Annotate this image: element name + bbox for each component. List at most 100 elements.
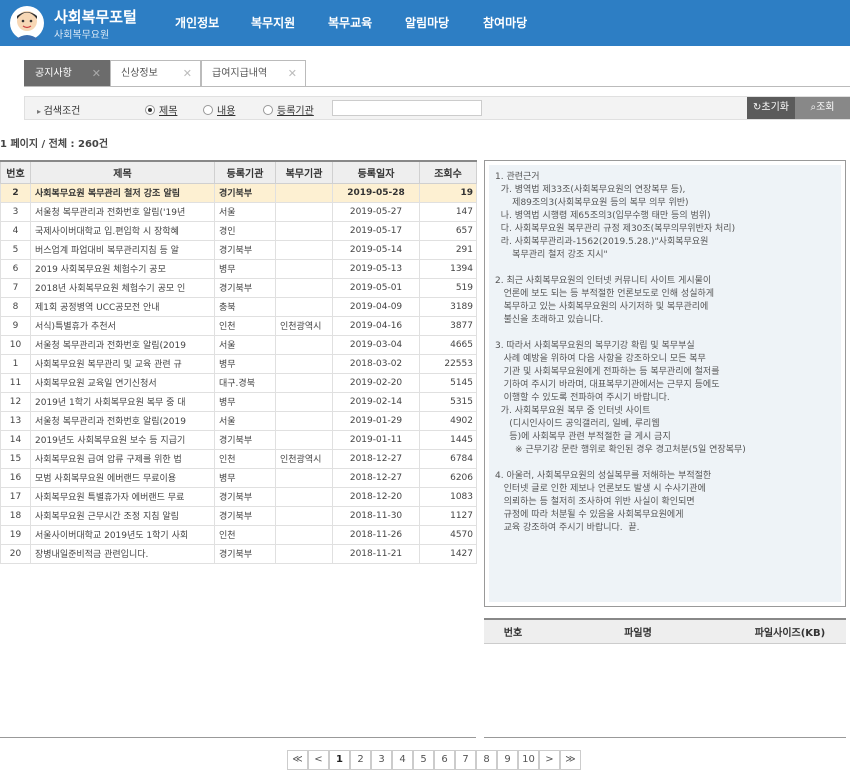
next-page-button[interactable]: > [539, 750, 560, 770]
cell-views: 4570 [419, 524, 477, 545]
cell-reg-date: 2019-01-11 [332, 429, 420, 450]
table-row[interactable]: 3 서울청 복무관리과 전화번호 알림('19년 서울 2019-05-27 147 [0, 201, 477, 222]
cell-service-org: 인천광역시 [275, 315, 333, 336]
page-button[interactable]: 2 [350, 750, 371, 770]
first-page-button[interactable]: ≪ [287, 750, 308, 770]
logo-title[interactable]: 사회복무포털 [54, 6, 137, 27]
cell-service-org [275, 372, 333, 393]
nav-service-support[interactable]: 복무지원 [251, 14, 295, 31]
cell-title: 국제사이버대학교 입.편입학 시 장학혜 [30, 220, 215, 241]
cell-service-org [275, 429, 333, 450]
table-row[interactable]: 11 사회복무요원 교육일 연기신청서 대구.경북 2019-02-20 5145 [0, 372, 477, 393]
tab-personal-info[interactable]: 신상정보 ✕ [110, 60, 201, 87]
cell-views: 5315 [419, 391, 477, 412]
cell-reg-date: 2019-03-04 [332, 334, 420, 355]
table-row[interactable]: 15 사회복무요원 급여 압류 구제를 위한 법 인천 인천광역시 2018-12-27… [0, 448, 477, 469]
table-row[interactable]: 14 2019년도 사회복무요원 보수 등 지급기 경기북부 2019-01-11 14… [0, 429, 477, 450]
search-condition-label: ▸ 검색조건 [37, 106, 81, 117]
detail-line: 인터넷 글로 인한 제보나 언론보도 발생 시 수사기관에 [495, 484, 706, 494]
cell-reg-org: 경기북부 [214, 505, 276, 526]
table-row[interactable]: 12 2019년 1학기 사회복무요원 복무 중 대 병무 2019-02-14 531… [0, 391, 477, 412]
table-row[interactable]: 9 서식)특별휴가 추천서 인천 인천광역시 2019-04-16 3877 [0, 315, 477, 336]
page-button[interactable]: 4 [392, 750, 413, 770]
col-header-views: 조회수 [419, 160, 477, 184]
table-row[interactable]: 4 국제사이버대학교 입.편입학 시 장학혜 경인 2019-05-17 657 [0, 220, 477, 241]
prev-page-button[interactable]: < [308, 750, 329, 770]
cell-service-org [275, 353, 333, 374]
cell-reg-date: 2018-11-30 [332, 505, 420, 526]
cell-views: 4665 [419, 334, 477, 355]
nav-notice-board[interactable]: 알림마당 [405, 14, 449, 31]
last-page-button[interactable]: ≫ [560, 750, 581, 770]
radio-title[interactable]: 제목 [145, 102, 177, 117]
tab-label: 공지사항 [35, 68, 72, 79]
cell-service-org [275, 543, 333, 564]
cell-service-org [275, 467, 333, 488]
page-button[interactable]: 8 [476, 750, 497, 770]
page-button[interactable]: 9 [497, 750, 518, 770]
search-input[interactable] [332, 100, 482, 116]
logo-mascot-icon [10, 6, 44, 40]
cell-views: 3877 [419, 315, 477, 336]
cell-reg-org: 경기북부 [214, 543, 276, 564]
table-row[interactable]: 1 사회복무요원 복무관리 및 교육 관련 규 병무 2018-03-02 22553 [0, 353, 477, 374]
detail-line: 사례 예방을 위하여 다음 사항을 강조하오니 모든 복무 [495, 354, 706, 364]
cell-number: 2 [0, 182, 31, 203]
table-row[interactable]: 16 모범 사회복무요원 에버랜드 무료이용 병무 2018-12-27 6206 [0, 467, 477, 488]
col-header-number: 번호 [0, 160, 31, 184]
close-icon[interactable]: ✕ [288, 61, 297, 86]
close-icon[interactable]: ✕ [183, 61, 192, 86]
cell-service-org [275, 258, 333, 279]
detail-line: 라. 사회복무관리과-1562(2019.5.28.)"사회복무요원 [495, 237, 709, 247]
nav-participation[interactable]: 참여마당 [483, 14, 527, 31]
page-button[interactable]: 5 [413, 750, 434, 770]
notice-detail-panel[interactable]: 1. 관련근거 가. 병역법 제33조(사회복무요원의 연장복무 등), 제89… [484, 160, 846, 607]
table-row[interactable]: 20 장병내일준비적금 관련입니다. 경기북부 2018-11-21 1427 [0, 543, 477, 564]
table-row[interactable]: 7 2018년 사회복무요원 체험수기 공모 인 경기북부 2019-05-01 519 [0, 277, 477, 298]
nav-personal-info[interactable]: 개인정보 [175, 14, 219, 31]
cell-title: 버스업계 파업대비 복무관리지침 등 알 [30, 239, 215, 260]
table-row[interactable]: 10 서울청 복무관리과 전화번호 알림(2019 서울 2019-03-04 4665 [0, 334, 477, 355]
cell-title: 서울청 복무관리과 전화번호 알림(2019 [30, 410, 215, 431]
table-row[interactable]: 6 2019 사회복무요원 체험수기 공모 병무 2019-05-13 1394 [0, 258, 477, 279]
table-row[interactable]: 13 서울청 복무관리과 전화번호 알림(2019 서울 2019-01-29 4902 [0, 410, 477, 431]
tab-label: 급여지급내역 [212, 68, 268, 79]
detail-line: 복무관리 철저 강조 지시" [495, 250, 608, 260]
cell-reg-date: 2018-12-27 [332, 467, 420, 488]
cell-number: 8 [0, 296, 31, 317]
cell-service-org [275, 524, 333, 545]
cell-reg-org: 경인 [214, 220, 276, 241]
page-button[interactable]: 6 [434, 750, 455, 770]
table-row[interactable]: 2 사회복무요원 복무관리 철저 강조 알림 경기북부 2019-05-28 19 [0, 182, 477, 203]
table-row[interactable]: 5 버스업계 파업대비 복무관리지침 등 알 경기북부 2019-05-14 291 [0, 239, 477, 260]
cell-title: 사회복무요원 근무시간 조정 지침 알림 [30, 505, 215, 526]
table-row[interactable]: 17 사회복무요원 특별휴가자 에버랜드 무료 경기북부 2018-12-20 1083 [0, 486, 477, 507]
reset-button[interactable]: ↻초기화 [747, 97, 795, 119]
nav-service-education[interactable]: 복무교육 [328, 14, 372, 31]
table-row[interactable]: 18 사회복무요원 근무시간 조정 지침 알림 경기북부 2018-11-30 1127 [0, 505, 477, 526]
cell-views: 1394 [419, 258, 477, 279]
close-icon[interactable]: ✕ [92, 61, 101, 86]
detail-line: 불신을 초래하고 있습니다. [495, 315, 604, 325]
cell-service-org [275, 277, 333, 298]
radio-content[interactable]: 내용 [203, 102, 235, 117]
table-row[interactable]: 8 제1회 공정병역 UCC공모전 안내 충북 2019-04-09 3189 [0, 296, 477, 317]
tab-salary-history[interactable]: 급여지급내역 ✕ [201, 60, 306, 87]
table-row[interactable]: 19 서울사이버대학교 2019년도 1학기 사회 인천 2018-11-26 4570 [0, 524, 477, 545]
search-button[interactable]: ⌕조회 [795, 97, 850, 119]
cell-reg-org: 병무 [214, 391, 276, 412]
page-button[interactable]: 1 [329, 750, 350, 770]
detail-line: 다. 사회복무요원 복무관리 규정 제30조(복무의무위반자 처리) [495, 224, 736, 234]
page-button[interactable]: 7 [455, 750, 476, 770]
cell-views: 6206 [419, 467, 477, 488]
cell-reg-org: 병무 [214, 353, 276, 374]
detail-line: 3. 따라서 사회복무요원의 복무기강 확립 및 복무부실 [495, 341, 695, 351]
page-button[interactable]: 3 [371, 750, 392, 770]
page-button[interactable]: 10 [518, 750, 539, 770]
cell-reg-org: 서울 [214, 201, 276, 222]
radio-organization[interactable]: 등록기관 [263, 102, 314, 117]
cell-number: 4 [0, 220, 31, 241]
attachment-header-row: 번호 파일명 파일사이즈(KB) [484, 618, 846, 644]
tab-notice[interactable]: 공지사항 ✕ [24, 60, 110, 87]
detail-line: 기관 및 사회복무요원에게 전파하는 등 복무관리에 철저를 [495, 367, 720, 377]
